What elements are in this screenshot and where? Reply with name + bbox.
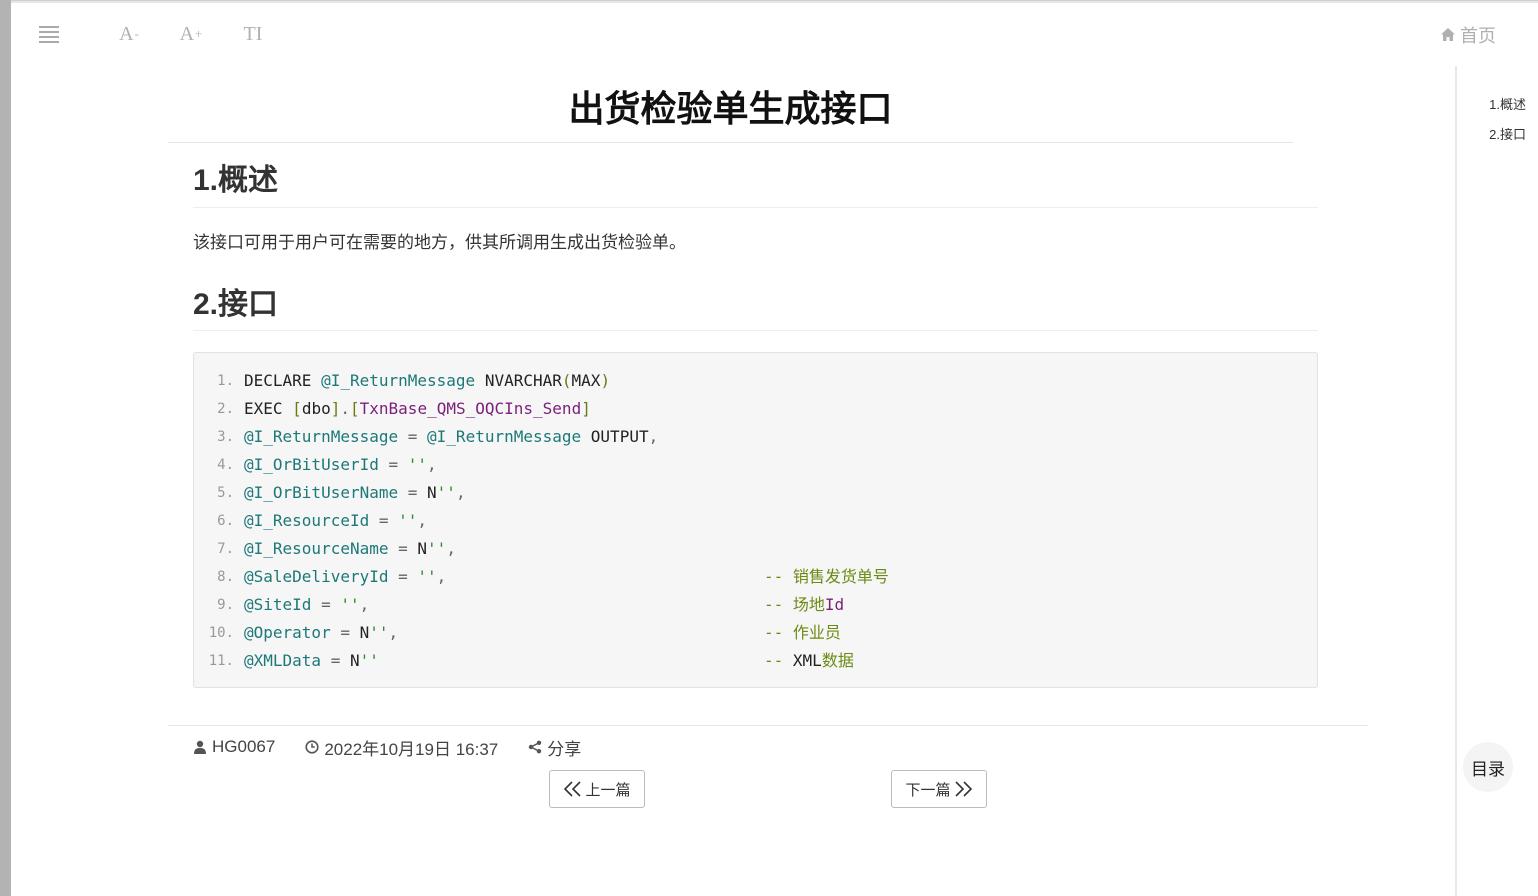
code-comment: -- 销售发货单号 (764, 567, 889, 586)
font-larger-suffix: + (195, 26, 203, 41)
publish-datetime: 2022年10月19日 16:37 (324, 739, 499, 759)
code-comment: -- 场地Id (764, 595, 845, 614)
code-line: 5. @I_OrBitUserName = N'', (194, 479, 1317, 507)
next-article-button[interactable]: 下一篇 (891, 770, 987, 808)
section-heading-interface: 2.接口 (193, 276, 1318, 331)
code-text: @I_OrBitUserName = N'', (244, 483, 466, 502)
line-number: 5. (217, 485, 234, 501)
code-block[interactable]: 1. DECLARE @I_ReturnMessage NVARCHAR(MAX… (193, 352, 1318, 688)
text-style-label: TI (243, 22, 263, 45)
author-name: HG0067 (212, 737, 276, 756)
line-number: 11. (208, 653, 234, 669)
code-comment: -- XML数据 (764, 651, 854, 670)
font-smaller-button[interactable]: A- (98, 20, 160, 48)
double-chevron-left-icon (564, 781, 582, 797)
author: HG0067 (193, 737, 275, 757)
toc-item-interface[interactable]: 2.接口 (1457, 120, 1538, 150)
line-number: 3. (217, 429, 234, 445)
code-line: 3. @I_ReturnMessage = @I_ReturnMessage O… (194, 423, 1317, 451)
code-line: 8. @SaleDeliveryId = '', -- 销售发货单号 (194, 563, 1317, 591)
code-text: @SiteId = '', (244, 595, 370, 614)
publish-time: 2022年10月19日 16:37 (305, 735, 498, 760)
line-number: 1. (217, 373, 234, 389)
share-label: 分享 (547, 739, 582, 759)
section-heading-overview: 1.概述 (193, 143, 1318, 208)
toc-item-overview[interactable]: 1.概述 (1457, 90, 1538, 120)
prev-article-button[interactable]: 上一篇 (549, 770, 645, 808)
toc-toggle-button[interactable]: 目录 (1463, 742, 1513, 792)
code-line: 11. @XMLData = N'' -- XML数据 (194, 647, 1317, 675)
code-line: 9. @SiteId = '', -- 场地Id (194, 591, 1317, 619)
menu-button[interactable] (36, 20, 62, 48)
line-number: 9. (217, 597, 234, 613)
user-icon (194, 740, 206, 754)
code-line: 7. @I_ResourceName = N'', (194, 535, 1317, 563)
font-smaller-label: A (119, 22, 134, 45)
font-smaller-suffix: - (134, 26, 139, 41)
code-line: 10. @Operator = N'', -- 作业员 (194, 619, 1317, 647)
page-title: 出货检验单生成接口 (168, 66, 1293, 143)
code-text: DECLARE @I_ReturnMessage NVARCHAR(MAX) (244, 371, 611, 390)
line-number: 2. (217, 401, 234, 417)
home-link[interactable]: 首页 (1440, 22, 1496, 48)
code-line: 6. @I_ResourceId = '', (194, 507, 1317, 535)
code-text: @I_OrBitUserId = '', (244, 455, 437, 474)
prev-label: 上一篇 (585, 781, 631, 799)
double-chevron-right-icon (954, 781, 972, 797)
code-text: @SaleDeliveryId = '', (244, 567, 447, 586)
top-border (11, 0, 1538, 3)
left-scroll-rail[interactable] (0, 0, 11, 896)
home-label: 首页 (1460, 26, 1496, 46)
font-larger-button[interactable]: A + (160, 20, 222, 48)
code-line: 4. @I_OrBitUserId = '', (194, 451, 1317, 479)
text-style-button[interactable]: TI (222, 20, 284, 48)
article-content: 1.概述 该接口可用于用户可在需要的地方，供其所调用生成出货检验单。 2.接口 … (168, 143, 1318, 688)
reader-toolbar: A- A + TI (36, 20, 284, 48)
line-number: 8. (217, 569, 234, 585)
next-label: 下一篇 (905, 781, 951, 799)
line-number: 4. (217, 457, 234, 473)
code-comment: -- 作业员 (764, 623, 841, 642)
home-icon (1441, 28, 1455, 41)
share-button[interactable]: 分享 (528, 735, 581, 760)
code-text: @XMLData = N'' (244, 651, 379, 670)
footer-divider (168, 725, 1368, 726)
overview-paragraph: 该接口可用于用户可在需要的地方，供其所调用生成出货检验单。 (193, 233, 686, 252)
toc-list: 1.概述 2.接口 (1457, 90, 1538, 150)
article: 出货检验单生成接口 1.概述 该接口可用于用户可在需要的地方，供其所调用生成出货… (168, 66, 1318, 688)
code-text: EXEC [dbo].[TxnBase_QMS_OQCIns_Send] (244, 399, 591, 418)
code-text: @I_ResourceName = N'', (244, 539, 456, 558)
code-line: 2. EXEC [dbo].[TxnBase_QMS_OQCIns_Send] (194, 395, 1317, 423)
line-number: 10. (208, 625, 234, 641)
line-number: 7. (217, 541, 234, 557)
clock-icon (305, 740, 319, 754)
menu-icon (39, 25, 59, 43)
line-number: 6. (217, 513, 234, 529)
article-meta: HG0067 2022年10月19日 16:37 分享 (193, 735, 611, 760)
code-text: @I_ResourceId = '', (244, 511, 428, 530)
code-line: 1. DECLARE @I_ReturnMessage NVARCHAR(MAX… (194, 367, 1317, 395)
share-icon (529, 740, 542, 754)
font-larger-label: A (179, 22, 195, 45)
code-text: @Operator = N'', (244, 623, 399, 642)
code-text: @I_ReturnMessage = @I_ReturnMessage OUTP… (244, 427, 659, 446)
